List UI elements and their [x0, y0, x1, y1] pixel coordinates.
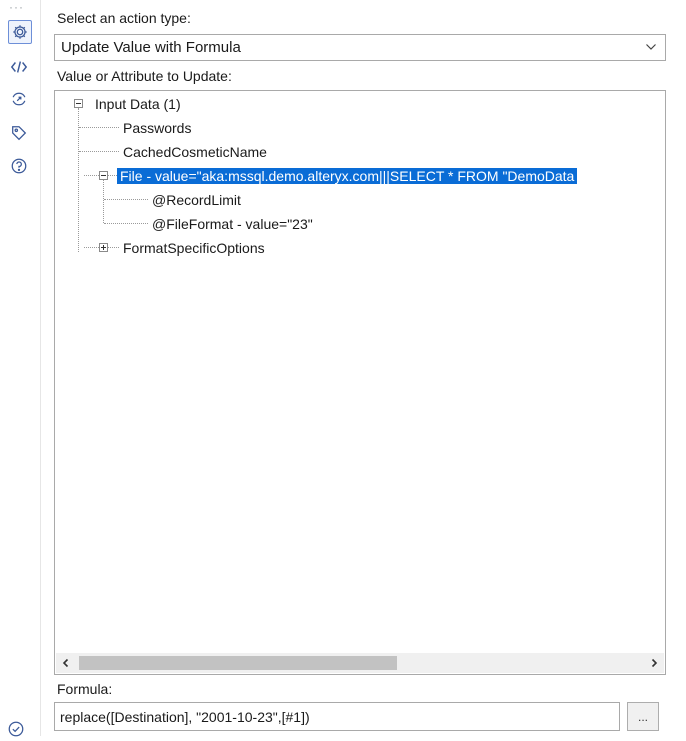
tag-icon[interactable]: [8, 122, 30, 144]
formula-input[interactable]: [55, 703, 619, 730]
formula-editor-button[interactable]: ...: [627, 702, 659, 731]
chevron-down-icon: [646, 44, 656, 50]
help-icon[interactable]: [8, 155, 30, 177]
check-circle-icon[interactable]: [7, 720, 25, 738]
tree-node-file-selected[interactable]: File - value="aka:mssql.demo.alteryx.com…: [117, 165, 578, 187]
overflow-dots[interactable]: ···: [9, 0, 24, 14]
tree-node-record-limit[interactable]: @RecordLimit: [149, 189, 244, 211]
action-type-select[interactable]: Update Value with Formula: [54, 34, 666, 61]
formula-field[interactable]: [54, 702, 620, 731]
collapse-input-data-icon[interactable]: [74, 99, 83, 108]
attribute-tree[interactable]: Input Data (1) Passwords CachedCosmeticN…: [54, 90, 666, 675]
tree-node-format-specific-options[interactable]: FormatSpecificOptions: [120, 237, 268, 259]
expand-format-options-icon[interactable]: [99, 243, 108, 252]
action-type-value: Update Value with Formula: [61, 39, 241, 56]
tree-node-input-data[interactable]: Input Data (1): [92, 93, 184, 115]
action-type-label: Select an action type:: [57, 10, 191, 26]
scroll-right-icon[interactable]: [644, 653, 664, 673]
tree-node-passwords[interactable]: Passwords: [120, 117, 194, 139]
connection-icon[interactable]: [8, 88, 30, 110]
tree-node-cached-cosmetic-name[interactable]: CachedCosmeticName: [120, 141, 270, 163]
tree-label: Value or Attribute to Update:: [57, 68, 232, 84]
collapse-file-icon[interactable]: [99, 171, 108, 180]
tree-node-file-format[interactable]: @FileFormat - value="23": [149, 213, 316, 235]
code-icon[interactable]: [8, 56, 30, 78]
horizontal-scrollbar[interactable]: [56, 653, 664, 673]
scroll-left-icon[interactable]: [56, 653, 76, 673]
icon-rail: ···: [0, 0, 41, 738]
formula-label: Formula:: [57, 681, 113, 697]
scrollbar-thumb[interactable]: [79, 656, 397, 670]
gear-icon[interactable]: [8, 20, 32, 44]
